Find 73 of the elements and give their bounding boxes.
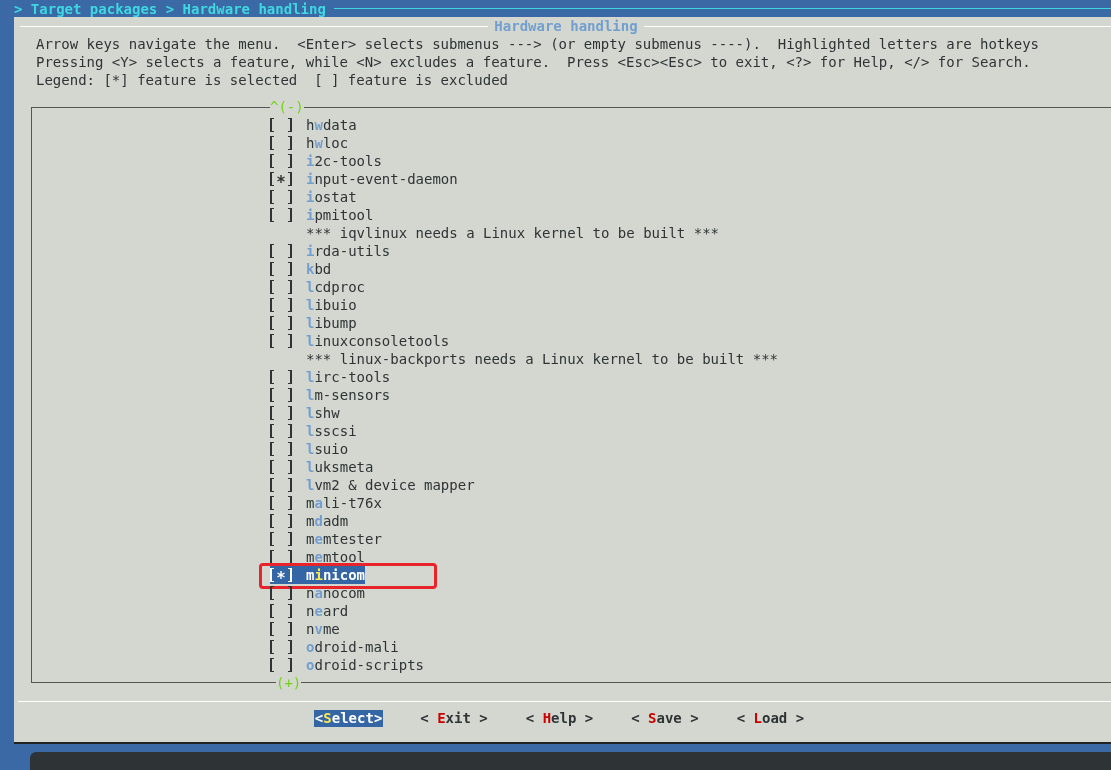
scroll-up-indicator: ^(-) [270,100,304,114]
checkbox[interactable] [270,334,292,348]
checkbox[interactable] [270,406,292,420]
checkbox[interactable] [270,316,292,330]
menu-item[interactable]: luksmeta [270,458,374,476]
menu-comment: *** linux-backports needs a Linux kernel to be built *** [305,350,778,368]
dialog-title: Hardware handling [493,18,639,34]
menu-item[interactable]: minicom [270,566,366,584]
dialog-button[interactable]: < Help > [524,710,595,727]
asterisk-icon [276,174,286,184]
menu-item[interactable]: mali-t76x [270,494,382,512]
checkbox[interactable] [270,604,292,618]
dialog-button[interactable]: < Exit > [419,710,489,727]
menu-item[interactable]: lsuio [270,440,349,458]
menu-item[interactable]: memtester [270,530,382,548]
checkbox[interactable] [270,244,292,258]
dialog-button[interactable]: < Load > [735,710,806,727]
menu-item[interactable]: kbd [270,260,332,278]
menu-item[interactable]: iostat [270,188,357,206]
menu-item[interactable]: lvm2 & device mapper [270,476,475,494]
menu-item[interactable]: input-event-daemon [270,170,458,188]
menu-item[interactable]: lirc-tools [270,368,391,386]
dialog-button[interactable]: <Select> [313,710,384,727]
checkbox[interactable] [270,190,292,204]
checkbox[interactable] [270,298,292,312]
checkbox[interactable] [270,424,292,438]
checkbox[interactable] [270,118,292,132]
checkbox[interactable] [270,586,292,600]
checkbox[interactable] [270,622,292,636]
checkbox[interactable] [270,478,292,492]
menu-item[interactable]: lsscsi [270,422,357,440]
checkbox[interactable] [270,550,292,564]
menu-item[interactable]: nvme [270,620,340,638]
menu-item[interactable]: nanocom [270,584,366,602]
checkbox[interactable] [270,496,292,510]
dialog-button[interactable]: < Save > [630,710,700,727]
menu-item[interactable]: ipmitool [270,206,374,224]
checkbox[interactable] [270,262,292,276]
menu-comment: *** iqvlinux needs a Linux kernel to be built *** [305,224,719,242]
checkbox[interactable] [270,136,292,150]
menu-item[interactable]: odroid-scripts [270,656,424,674]
menu-item[interactable]: memtool [270,548,366,566]
checkbox[interactable] [270,208,292,222]
checkbox[interactable] [270,658,292,672]
menu-item[interactable]: i rda-utils [270,242,391,260]
menu-item[interactable]: hwdata [270,116,357,134]
help-text: Pressing <Y> selects a feature, while <N> excludes a feature. Press <Esc><Esc> to exit, <?> for Help, </> for Search. [36,53,1032,71]
help-text: Arrow keys navigate the menu. <Enter> selects submenus ---> (or empty submenus ----). Highlighted letters are hotkeys [36,35,1041,53]
checkbox[interactable] [270,280,292,294]
checkbox[interactable] [270,640,292,654]
breadcrumb-path: > Target packages > Hardware handling [13,0,326,17]
checkbox[interactable] [270,370,292,384]
menu-item[interactable]: i2c-tools [270,152,382,170]
menu-item[interactable]: lm-sensors [270,386,391,404]
menu-item[interactable]: linuxconsoletools [270,332,450,350]
menu-item[interactable]: lcdproc [270,278,365,296]
checkbox[interactable] [270,532,292,546]
scroll-down-indicator: (+) [276,676,302,690]
menu-item[interactable]: odroid-mali [270,638,399,656]
checkbox[interactable] [270,442,292,456]
checkbox[interactable] [270,388,292,402]
asterisk-icon [276,570,286,580]
checkbox[interactable] [270,154,292,168]
menu-item[interactable]: hwloc [270,134,349,152]
menu-item[interactable]: mdadm [270,512,349,530]
menu-item[interactable]: libump [270,314,357,332]
checkbox[interactable] [270,514,292,528]
checkbox[interactable] [270,460,292,474]
help-text: Legend: [*] feature is selected [ ] feature is excluded [36,71,509,89]
menu-item[interactable]: libuio [270,296,357,314]
checkbox[interactable] [270,172,292,186]
menu-item[interactable]: lshw [270,404,340,422]
menu-item[interactable]: neard [270,602,349,620]
